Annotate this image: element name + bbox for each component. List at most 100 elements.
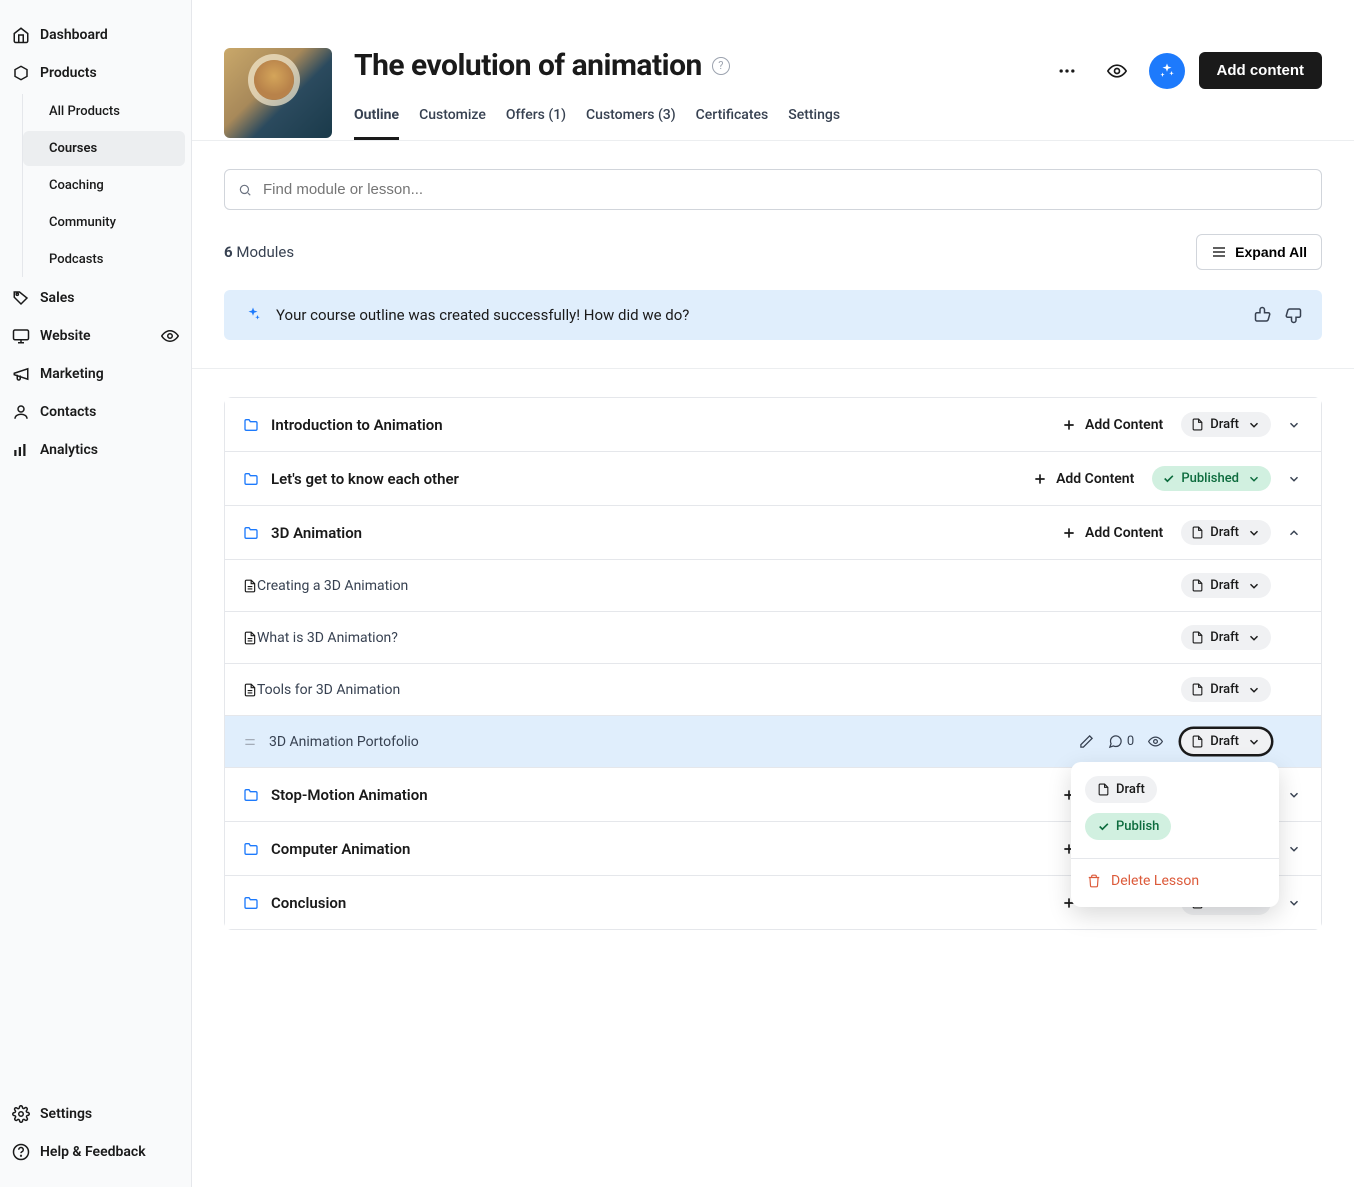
nav-sales[interactable]: Sales bbox=[0, 279, 191, 317]
modules-count-label: Modules bbox=[236, 243, 294, 261]
tab-certificates[interactable]: Certificates bbox=[696, 107, 769, 140]
comment-count: 0 bbox=[1127, 734, 1134, 749]
user-icon bbox=[12, 403, 30, 421]
tab-offers[interactable]: Offers (1) bbox=[506, 107, 566, 140]
dropdown-separator bbox=[1071, 858, 1279, 859]
comments-button[interactable]: 0 bbox=[1108, 734, 1134, 749]
status-pill[interactable]: Draft bbox=[1181, 520, 1271, 545]
preview-button[interactable] bbox=[1099, 53, 1135, 89]
nav-website[interactable]: Website bbox=[0, 317, 191, 355]
expand-toggle[interactable] bbox=[1287, 896, 1303, 910]
bars-icon bbox=[12, 441, 30, 459]
thumbs-up-button[interactable] bbox=[1254, 306, 1272, 324]
tab-customize[interactable]: Customize bbox=[419, 107, 486, 140]
doc-icon bbox=[243, 631, 257, 645]
status-pill[interactable]: Draft bbox=[1181, 729, 1271, 754]
nav-contacts[interactable]: Contacts bbox=[0, 393, 191, 431]
lesson-title: What is 3D Animation? bbox=[257, 630, 1181, 646]
expand-toggle[interactable] bbox=[1287, 526, 1303, 540]
nav-label: Contacts bbox=[40, 404, 96, 420]
edit-button[interactable] bbox=[1079, 734, 1094, 749]
doc-icon bbox=[1191, 683, 1204, 696]
doc-icon bbox=[1191, 735, 1204, 748]
nav-all-products[interactable]: All Products bbox=[23, 94, 185, 129]
delete-lesson-button[interactable]: Delete Lesson bbox=[1085, 869, 1265, 893]
lesson-row[interactable]: Tools for 3D Animation Draft bbox=[225, 664, 1321, 716]
status-label: Published bbox=[1181, 471, 1239, 486]
modules-count-number: 6 bbox=[224, 243, 233, 261]
expand-toggle[interactable] bbox=[1287, 788, 1303, 802]
lesson-title: Creating a 3D Animation bbox=[257, 578, 1181, 594]
module-row[interactable]: 3D Animation Add Content Draft bbox=[225, 506, 1321, 560]
doc-icon bbox=[1191, 579, 1204, 592]
preview-lesson-button[interactable] bbox=[1148, 734, 1163, 749]
expand-all-button[interactable]: Expand All bbox=[1196, 234, 1322, 270]
nav-help[interactable]: Help & Feedback bbox=[0, 1133, 191, 1171]
main: The evolution of animation ? Outline Cus… bbox=[192, 0, 1354, 1187]
expand-toggle[interactable] bbox=[1287, 842, 1303, 856]
nav-label: Sales bbox=[40, 290, 74, 306]
nav-products-sub: All Products Courses Coaching Community … bbox=[22, 94, 191, 277]
dropdown-publish-option[interactable]: Publish bbox=[1085, 813, 1171, 840]
add-content-link[interactable]: Add Content bbox=[1061, 525, 1163, 541]
nav-analytics[interactable]: Analytics bbox=[0, 431, 191, 469]
module-row[interactable]: Introduction to Animation Add Content Dr… bbox=[225, 398, 1321, 452]
doc-icon bbox=[1097, 783, 1110, 796]
folder-icon bbox=[243, 841, 259, 857]
tab-customers[interactable]: Customers (3) bbox=[586, 107, 676, 140]
status-pill[interactable]: Draft bbox=[1181, 412, 1271, 437]
status-pill[interactable]: Draft bbox=[1181, 625, 1271, 650]
add-content-button[interactable]: Add content bbox=[1199, 52, 1323, 89]
status-pill[interactable]: Draft bbox=[1181, 677, 1271, 702]
search-input[interactable] bbox=[224, 169, 1322, 210]
nav-dashboard[interactable]: Dashboard bbox=[0, 16, 191, 54]
chevron-down-icon bbox=[1247, 579, 1261, 593]
lesson-row[interactable]: What is 3D Animation? Draft bbox=[225, 612, 1321, 664]
sidebar: Dashboard Products All Products Courses … bbox=[0, 0, 192, 1187]
lesson-row[interactable]: Creating a 3D Animation Draft bbox=[225, 560, 1321, 612]
module-title: Computer Animation bbox=[271, 840, 1061, 858]
add-content-link[interactable]: Add Content bbox=[1032, 471, 1134, 487]
check-icon bbox=[1097, 820, 1110, 833]
folder-icon bbox=[243, 525, 259, 541]
dropdown-draft-option[interactable]: Draft bbox=[1085, 776, 1157, 803]
module-title: Stop-Motion Animation bbox=[271, 786, 1061, 804]
more-menu-button[interactable] bbox=[1049, 53, 1085, 89]
plus-icon bbox=[1061, 525, 1077, 541]
chevron-down-icon bbox=[1247, 631, 1261, 645]
nav-settings[interactable]: Settings bbox=[0, 1095, 191, 1133]
expand-toggle[interactable] bbox=[1287, 418, 1303, 432]
folder-icon bbox=[243, 417, 259, 433]
status-pill[interactable]: Published bbox=[1152, 466, 1271, 491]
nav-marketing[interactable]: Marketing bbox=[0, 355, 191, 393]
ai-button[interactable] bbox=[1149, 53, 1185, 89]
search-icon bbox=[238, 183, 252, 197]
add-content-link[interactable]: Add Content bbox=[1061, 417, 1163, 433]
lesson-row[interactable]: 3D Animation Portofolio 0 Draft Draft Pu… bbox=[225, 716, 1321, 768]
status-pill[interactable]: Draft bbox=[1181, 573, 1271, 598]
thumbs-down-button[interactable] bbox=[1284, 306, 1302, 324]
course-thumbnail[interactable] bbox=[224, 48, 332, 138]
drag-handle-icon[interactable] bbox=[243, 735, 257, 749]
nav-community[interactable]: Community bbox=[23, 205, 185, 240]
dropdown-publish-label: Publish bbox=[1116, 819, 1159, 834]
nav-products[interactable]: Products bbox=[0, 54, 191, 92]
expand-toggle[interactable] bbox=[1287, 472, 1303, 486]
tab-settings[interactable]: Settings bbox=[788, 107, 840, 140]
nav-podcasts[interactable]: Podcasts bbox=[23, 242, 185, 277]
nav-coaching[interactable]: Coaching bbox=[23, 168, 185, 203]
nav-label: Dashboard bbox=[40, 27, 108, 43]
help-circle-icon[interactable]: ? bbox=[712, 57, 730, 75]
tab-outline[interactable]: Outline bbox=[354, 107, 399, 140]
nav-courses[interactable]: Courses bbox=[23, 131, 185, 166]
module-title: Conclusion bbox=[271, 894, 1061, 912]
page-title: The evolution of animation bbox=[354, 48, 702, 83]
module-row[interactable]: Let's get to know each other Add Content… bbox=[225, 452, 1321, 506]
eye-icon[interactable] bbox=[161, 327, 179, 345]
trash-icon bbox=[1087, 874, 1101, 888]
nav-label: Marketing bbox=[40, 366, 104, 382]
folder-icon bbox=[243, 787, 259, 803]
nav-label: Analytics bbox=[40, 442, 98, 458]
status-label: Draft bbox=[1210, 630, 1239, 645]
success-banner: Your course outline was created successf… bbox=[224, 290, 1322, 340]
